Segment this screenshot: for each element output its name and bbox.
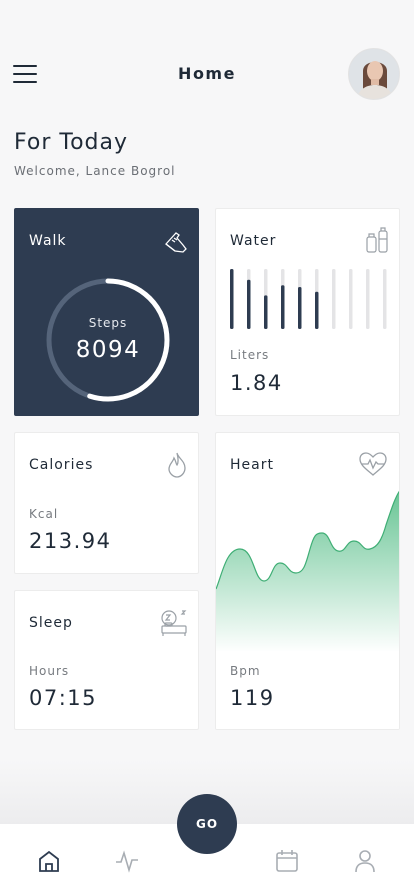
sleep-unit: Hours [29,664,70,678]
avatar[interactable] [348,48,400,100]
heart-card[interactable]: Heart Bpm 119 [215,432,400,730]
water-bar [281,285,285,329]
water-bar-track [332,269,336,329]
flame-icon [165,451,191,478]
calories-card[interactable]: Calories Kcal 213.94 [14,432,199,574]
activity-icon [116,850,138,873]
steps-label: Steps [88,316,128,330]
water-card-title: Water [230,233,277,249]
water-bar-track [349,269,353,329]
heart-unit: Bpm [230,664,261,678]
tab-activity[interactable] [114,848,140,874]
go-button[interactable]: GO [177,794,237,854]
calories-unit: Kcal [29,507,59,521]
water-value: 1.84 [230,371,283,395]
greeting-subtitle: Welcome, Lance Bogrol [14,164,176,178]
sleep-card-title: Sleep [29,615,73,631]
water-bar-chart [230,269,387,329]
water-bar-track [366,269,370,329]
water-bar [230,269,234,329]
water-bar [315,291,319,329]
header: Home [0,48,414,100]
water-card[interactable]: Water Liters 1.84 [215,208,400,416]
calendar-icon [276,850,298,872]
walk-card-title: Walk [29,233,67,249]
steps-value: 8094 [75,337,141,363]
walk-card[interactable]: Walk Steps 8094 [14,208,199,416]
water-bar [264,295,268,329]
heart-value: 119 [230,686,275,710]
water-bar [298,287,302,329]
heart-rate-icon [358,451,387,477]
calories-value: 213.94 [29,529,112,553]
calories-card-title: Calories [29,457,94,473]
water-bottle-icon [364,227,390,253]
profile-icon [355,850,375,873]
water-unit: Liters [230,348,270,362]
sleep-value: 07:15 [29,686,98,710]
heart-card-title: Heart [230,457,274,473]
sneaker-icon [163,229,189,255]
sleep-card[interactable]: Sleep Hours 07:15 [14,590,199,730]
tab-profile[interactable] [352,848,378,874]
home-icon [39,850,59,872]
greeting-title: For Today [14,130,128,155]
heart-rate-chart [216,490,399,653]
water-bar-track [383,269,387,329]
tab-calendar[interactable] [274,848,300,874]
bed-icon [159,609,187,636]
water-bar [247,279,251,329]
tab-home[interactable] [36,848,62,874]
